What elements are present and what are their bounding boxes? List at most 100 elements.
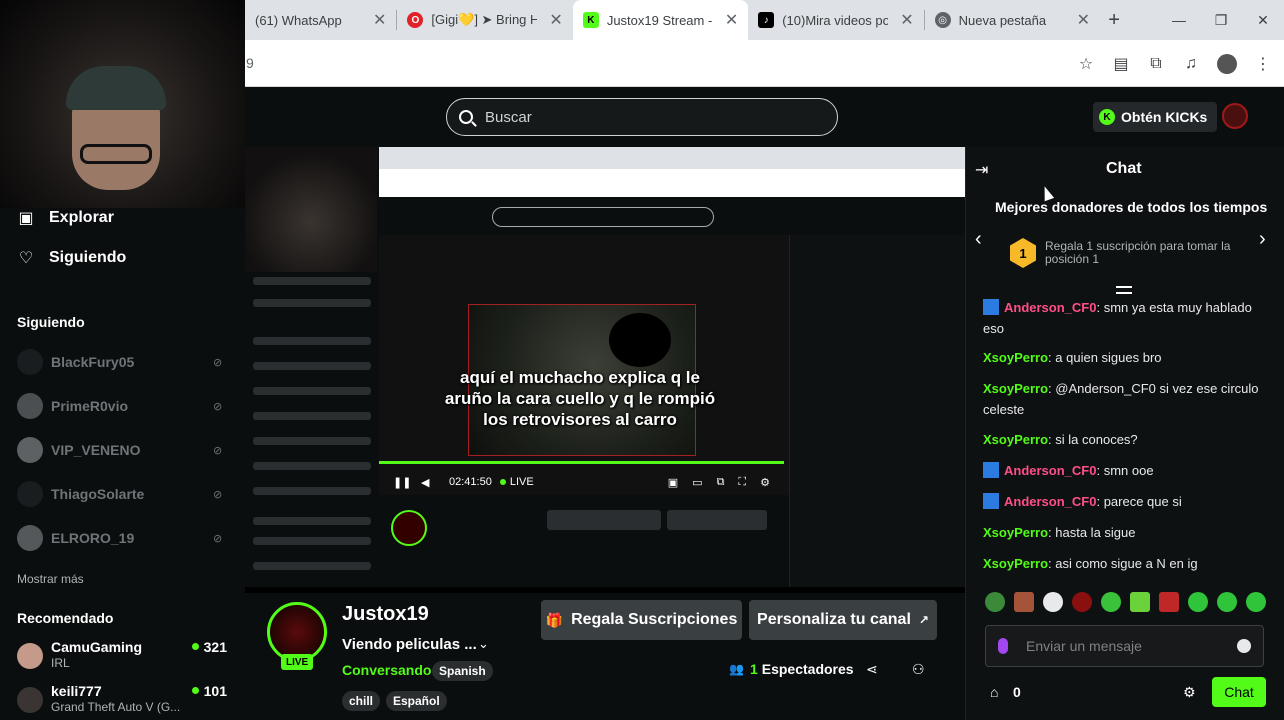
chat-message[interactable]: Anderson_CF0: parece que si	[983, 491, 1273, 512]
gear-icon[interactable]: ⚙	[1183, 684, 1196, 701]
recommended-item[interactable]: keili777 Grand Theft Auto V (G... 101	[17, 683, 227, 717]
channel-name[interactable]: Justox19	[342, 603, 429, 626]
media-controls-icon[interactable]: ♫	[1182, 55, 1200, 73]
emote-icon[interactable]	[985, 592, 1005, 612]
chat-message[interactable]: XsoyPerro: a quien sigues bro	[983, 347, 1273, 368]
drag-handle-icon[interactable]	[1116, 286, 1132, 294]
chevron-right-icon[interactable]: ›	[1259, 228, 1266, 251]
chat-username[interactable]: XsoyPerro	[983, 350, 1048, 365]
recommended-heading: Recomendado	[17, 610, 114, 626]
new-tab-icon[interactable]: +	[1100, 0, 1128, 40]
send-chat-button[interactable]: Chat	[1212, 677, 1266, 707]
chat-message[interactable]: Anderson_CF0: smn ooe	[983, 460, 1273, 481]
tab-new-tab[interactable]: ◎ Nueva pestaña ✕	[925, 0, 1100, 40]
close-tab-icon[interactable]: ✕	[1077, 10, 1090, 30]
chat-message[interactable]: XsoyPerro: hasta la sigue	[983, 522, 1273, 543]
video-progress-bar[interactable]	[379, 461, 784, 464]
gift-subs-button[interactable]: 🎁 Regala Suscripciones	[541, 600, 742, 640]
close-tab-icon[interactable]: ✕	[373, 10, 386, 30]
profile-avatar-icon[interactable]	[1217, 53, 1237, 74]
emote-icon[interactable]	[1159, 592, 1179, 612]
share-icon[interactable]: ⋖	[866, 661, 878, 678]
close-tab-icon[interactable]: ✕	[725, 10, 738, 30]
collapse-chat-icon[interactable]: ⇥	[975, 160, 988, 180]
microphone-icon[interactable]	[998, 638, 1008, 654]
emote-icon[interactable]	[1246, 592, 1266, 612]
chat-username[interactable]: Anderson_CF0	[1004, 300, 1096, 315]
emote-icon[interactable]	[1101, 592, 1121, 612]
live-indicator: LIVE	[500, 476, 534, 488]
document-icon[interactable]: ▤	[1112, 55, 1130, 73]
chat-message[interactable]: XsoyPerro: asi como sigue a N en ig	[983, 553, 1273, 574]
pause-icon[interactable]: ❚❚	[393, 476, 411, 489]
nested-webcam	[245, 147, 377, 272]
sidebar-item-siguiendo[interactable]: ♡ Siguiendo	[17, 249, 127, 267]
user-avatar[interactable]	[1222, 103, 1248, 129]
tab-tiktok[interactable]: ♪ (10)Mira videos popu ✕	[748, 0, 923, 40]
chevron-left-icon[interactable]: ‹	[975, 228, 982, 251]
chat-username[interactable]: XsoyPerro	[983, 381, 1048, 396]
following-item[interactable]: ThiagoSolarte ⊘	[17, 479, 227, 509]
chat-username[interactable]: XsoyPerro	[983, 432, 1048, 447]
url-text[interactable]: 9	[246, 55, 254, 71]
tab-whatsapp[interactable]: (61) WhatsApp ✕	[245, 0, 396, 40]
stream-category[interactable]: Conversando	[342, 662, 431, 678]
emote-icon[interactable]	[1130, 592, 1150, 612]
volume-icon[interactable]: ◀	[421, 476, 435, 489]
theater-icon[interactable]: ▭	[692, 476, 702, 489]
tab-justox19-stream[interactable]: K Justox19 Stream - Wa ✕	[572, 0, 749, 40]
player-controls: ❚❚ ◀ 02:41:50 LIVE ▣ ▭ ⧉ ⛶ ⚙	[379, 468, 784, 496]
following-item[interactable]: PrimeR0vio ⊘	[17, 391, 227, 421]
following-item[interactable]: VIP_VENENO ⊘	[17, 435, 227, 465]
show-more-link[interactable]: Mostrar más	[17, 572, 84, 586]
restore-icon[interactable]: ❐	[1200, 0, 1242, 40]
emote-icon[interactable]	[1072, 592, 1092, 612]
language-tag[interactable]: Spanish	[432, 661, 493, 681]
settings-icon[interactable]: ⚙	[760, 476, 770, 489]
chat-message[interactable]: XsoyPerro: si la conoces?	[983, 429, 1273, 450]
chat-username[interactable]: XsoyPerro	[983, 556, 1048, 571]
menu-dots-icon[interactable]: ⋮	[1254, 55, 1272, 73]
tag-espanol[interactable]: Español	[386, 691, 447, 711]
sidebar-item-explorar[interactable]: ▣ Explorar	[17, 209, 113, 227]
close-tab-icon[interactable]: ✕	[549, 10, 562, 30]
following-item[interactable]: ELRORO_19 ⊘	[17, 523, 227, 553]
chat-username[interactable]: Anderson_CF0	[1004, 494, 1096, 509]
customize-channel-button[interactable]: Personaliza tu canal ↗	[749, 600, 937, 640]
chat-input[interactable]: Enviar un mensaje	[985, 625, 1264, 667]
following-name: PrimeR0vio	[51, 398, 129, 414]
minimize-icon[interactable]: —	[1158, 0, 1200, 40]
manage-user-icon[interactable]: ⚇	[912, 661, 925, 678]
emoji-icon[interactable]	[1237, 639, 1251, 653]
emote-icon[interactable]	[1217, 592, 1237, 612]
close-window-icon[interactable]: ✕	[1242, 0, 1284, 40]
avatar	[17, 437, 43, 463]
pip-icon[interactable]: ⧉	[717, 476, 725, 489]
emote-icon[interactable]	[1014, 592, 1034, 612]
sidebar-item-label: Siguiendo	[49, 249, 127, 266]
channel-avatar[interactable]	[267, 602, 327, 662]
fullscreen-icon[interactable]: ⛶	[738, 476, 746, 489]
following-heading: Siguiendo	[17, 314, 85, 330]
tag-chill[interactable]: chill	[342, 691, 381, 711]
gift-subs-label: Regala Suscripciones	[571, 611, 738, 628]
following-name: ThiagoSolarte	[51, 486, 145, 502]
close-tab-icon[interactable]: ✕	[900, 10, 913, 30]
extensions-icon[interactable]: ⧉	[1147, 55, 1165, 73]
bookmark-star-icon[interactable]: ☆	[1077, 55, 1095, 73]
search-box[interactable]: Buscar	[446, 98, 838, 136]
emote-icon[interactable]	[1188, 592, 1208, 612]
recommended-item[interactable]: CamuGaming IRL 321	[17, 639, 227, 673]
get-kicks-button[interactable]: K Obtén KICKs	[1093, 102, 1218, 132]
tab-title: Nueva pestaña	[958, 12, 1047, 28]
chevron-down-icon[interactable]: ⌄	[478, 636, 489, 652]
chat-username[interactable]: Anderson_CF0	[1004, 463, 1096, 478]
channel-points-icon[interactable]: ⌂	[990, 684, 998, 700]
clip-icon[interactable]: ▣	[668, 476, 678, 489]
chat-username[interactable]: XsoyPerro	[983, 525, 1048, 540]
chat-message[interactable]: Anderson_CF0: smn ya esta muy hablado es…	[983, 297, 1273, 339]
following-item[interactable]: BlackFury05 ⊘	[17, 347, 227, 377]
emote-icon[interactable]	[1043, 592, 1063, 612]
tab-gigi[interactable]: O [Gigi💛] ➤ Bring Her ✕	[397, 0, 572, 40]
chat-message[interactable]: XsoyPerro: @Anderson_CF0 si vez ese circ…	[983, 378, 1273, 420]
